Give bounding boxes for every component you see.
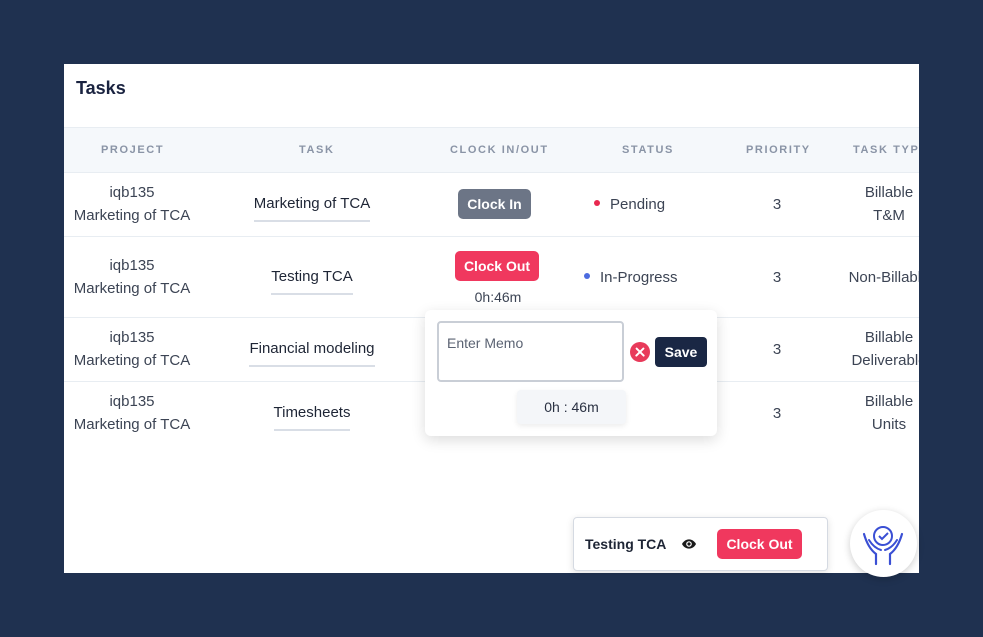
popup-timer: 0h : 46m bbox=[517, 390, 626, 424]
task-type-cell: Non-Billable bbox=[834, 266, 919, 289]
status-text: In-Progress bbox=[600, 269, 678, 286]
save-button[interactable]: Save bbox=[655, 337, 707, 367]
project-cell: iqb135 Marketing of TCA bbox=[64, 254, 200, 300]
task-type-cell: Billable Units bbox=[834, 390, 919, 436]
col-task-type: TASK TYPE bbox=[853, 144, 919, 156]
project-name: Marketing of TCA bbox=[73, 280, 191, 297]
priority-value: 3 bbox=[772, 269, 782, 286]
task-type-cell: Billable Deliverable bbox=[834, 326, 919, 372]
table-row: iqb135 Marketing of TCA Testing TCA Cloc… bbox=[64, 237, 919, 318]
col-task: TASK bbox=[299, 144, 335, 156]
task-cell: Financial modeling bbox=[232, 337, 392, 367]
task-name[interactable]: Marketing of TCA bbox=[253, 192, 371, 222]
col-priority: PRIORITY bbox=[746, 144, 811, 156]
project-id: iqb135 bbox=[109, 329, 155, 346]
memo-popup: Save 0h : 46m bbox=[425, 310, 717, 436]
col-project: PROJECT bbox=[101, 144, 165, 156]
task-type-cell: Billable T&M bbox=[834, 181, 919, 227]
task-type-line1: Billable bbox=[864, 329, 914, 346]
status-dot bbox=[584, 273, 590, 280]
task-type-line1: Non-Billable bbox=[848, 269, 919, 286]
active-task-bar: Testing TCA Clock Out bbox=[573, 517, 828, 571]
clock-out-button[interactable]: Clock Out bbox=[455, 251, 539, 281]
project-name: Marketing of TCA bbox=[73, 207, 191, 224]
task-type-line1: Billable bbox=[864, 184, 914, 201]
task-type-line1: Billable bbox=[864, 393, 914, 410]
task-name[interactable]: Financial modeling bbox=[249, 337, 375, 367]
project-id: iqb135 bbox=[109, 257, 155, 274]
task-type-line2: Units bbox=[871, 416, 907, 433]
clock-in-button[interactable]: Clock In bbox=[458, 189, 531, 219]
priority-value: 3 bbox=[772, 341, 782, 358]
assistant-icon bbox=[862, 526, 904, 566]
col-clock: CLOCK IN/OUT bbox=[450, 144, 549, 156]
memo-input[interactable] bbox=[437, 321, 624, 382]
task-name[interactable]: Timesheets bbox=[273, 401, 351, 431]
eye-icon[interactable] bbox=[680, 536, 698, 552]
task-type-line2: Deliverable bbox=[851, 352, 919, 369]
task-name[interactable]: Testing TCA bbox=[271, 265, 353, 295]
project-cell: iqb135 Marketing of TCA bbox=[64, 326, 200, 372]
close-icon[interactable] bbox=[630, 342, 650, 362]
project-id: iqb135 bbox=[109, 393, 155, 410]
project-cell: iqb135 Marketing of TCA bbox=[64, 181, 200, 227]
project-name: Marketing of TCA bbox=[73, 416, 191, 433]
panel-title: Tasks bbox=[76, 78, 126, 98]
assistant-avatar-button[interactable] bbox=[850, 510, 917, 577]
active-task-name: Testing TCA bbox=[585, 536, 667, 552]
status-dot bbox=[594, 200, 600, 207]
status-cell: Pending bbox=[594, 193, 665, 216]
col-status: STATUS bbox=[622, 144, 674, 156]
row-timer: 0h:46m bbox=[474, 289, 522, 305]
task-cell: Timesheets bbox=[232, 401, 392, 431]
task-cell: Marketing of TCA bbox=[232, 192, 392, 222]
project-name: Marketing of TCA bbox=[73, 352, 191, 369]
mini-clock-out-button[interactable]: Clock Out bbox=[717, 529, 802, 559]
table-row: iqb135 Marketing of TCA Marketing of TCA… bbox=[64, 173, 919, 237]
status-cell: In-Progress bbox=[584, 266, 678, 289]
table-header: PROJECT TASK CLOCK IN/OUT STATUS PRIORIT… bbox=[64, 127, 919, 173]
status-text: Pending bbox=[610, 196, 666, 213]
priority-value: 3 bbox=[772, 196, 782, 213]
task-cell: Testing TCA bbox=[232, 265, 392, 295]
project-id: iqb135 bbox=[109, 184, 155, 201]
project-cell: iqb135 Marketing of TCA bbox=[64, 390, 200, 436]
task-type-line2: T&M bbox=[873, 207, 905, 224]
priority-value: 3 bbox=[772, 405, 782, 422]
